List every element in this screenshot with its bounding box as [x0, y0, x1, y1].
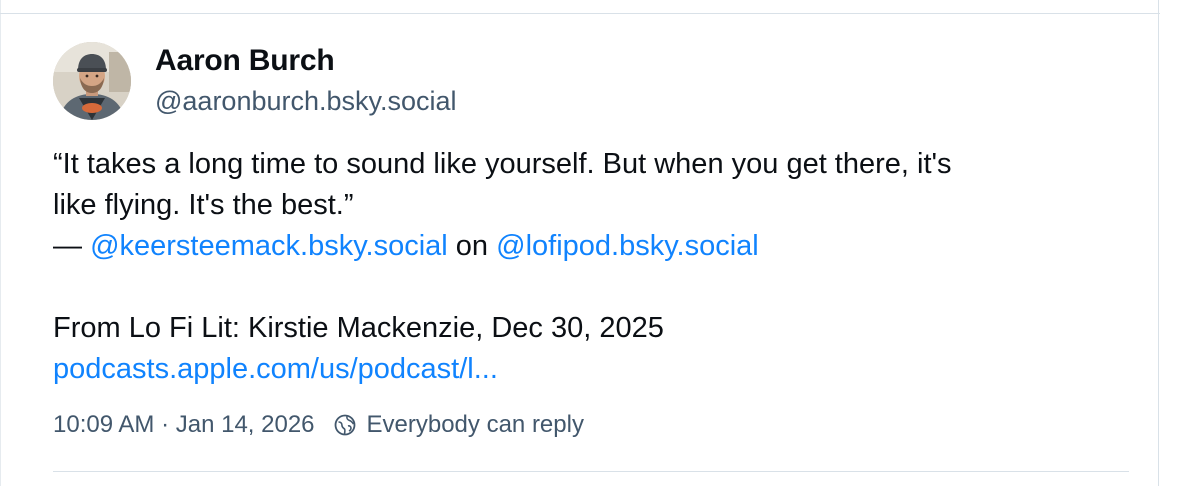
quote-line-2: like flying. It's the best.” [53, 189, 354, 221]
quote-line-1: “It takes a long time to sound like your… [53, 148, 952, 180]
avatar[interactable] [53, 42, 131, 120]
podcast-link[interactable]: podcasts.apple.com/us/podcast/l... [53, 353, 498, 385]
post-thread-view: Aaron Burch @aaronburch.bsky.social “It … [0, 0, 1199, 486]
mention-lofipod[interactable]: @lofipod.bsky.social [496, 230, 759, 262]
author-display-name[interactable]: Aaron Burch [155, 41, 457, 81]
attribution-line: — @keersteemack.bsky.social on @lofipod.… [53, 226, 1123, 267]
post-body: “It takes a long time to sound like your… [53, 144, 1123, 390]
reply-setting-label: Everybody can reply [366, 411, 584, 438]
post-header: Aaron Burch @aaronburch.bsky.social [53, 42, 1133, 120]
mention-keersteemack[interactable]: @keersteemack.bsky.social [90, 230, 448, 262]
post-timestamp[interactable]: 10:09 AM · Jan 14, 2026 [53, 410, 315, 440]
author-names: Aaron Burch @aaronburch.bsky.social [155, 41, 457, 119]
bottom-divider [53, 471, 1129, 472]
post: Aaron Burch @aaronburch.bsky.social “It … [53, 42, 1133, 440]
podcast-link-line: podcasts.apple.com/us/podcast/l... [53, 349, 1123, 390]
left-border [0, 0, 1, 486]
attribution-dash: — [53, 230, 91, 262]
reply-setting[interactable]: Everybody can reply [333, 410, 584, 440]
attribution-on: on [447, 230, 497, 262]
top-divider [0, 13, 1160, 14]
from-line: From Lo Fi Lit: Kirstie Mackenzie, Dec 3… [53, 312, 664, 344]
globe-icon [334, 414, 355, 436]
right-border [1158, 0, 1159, 486]
post-meta: 10:09 AM · Jan 14, 2026 Everybody can re… [53, 410, 1133, 440]
author-handle[interactable]: @aaronburch.bsky.social [155, 83, 457, 119]
avatar-image [53, 42, 131, 120]
